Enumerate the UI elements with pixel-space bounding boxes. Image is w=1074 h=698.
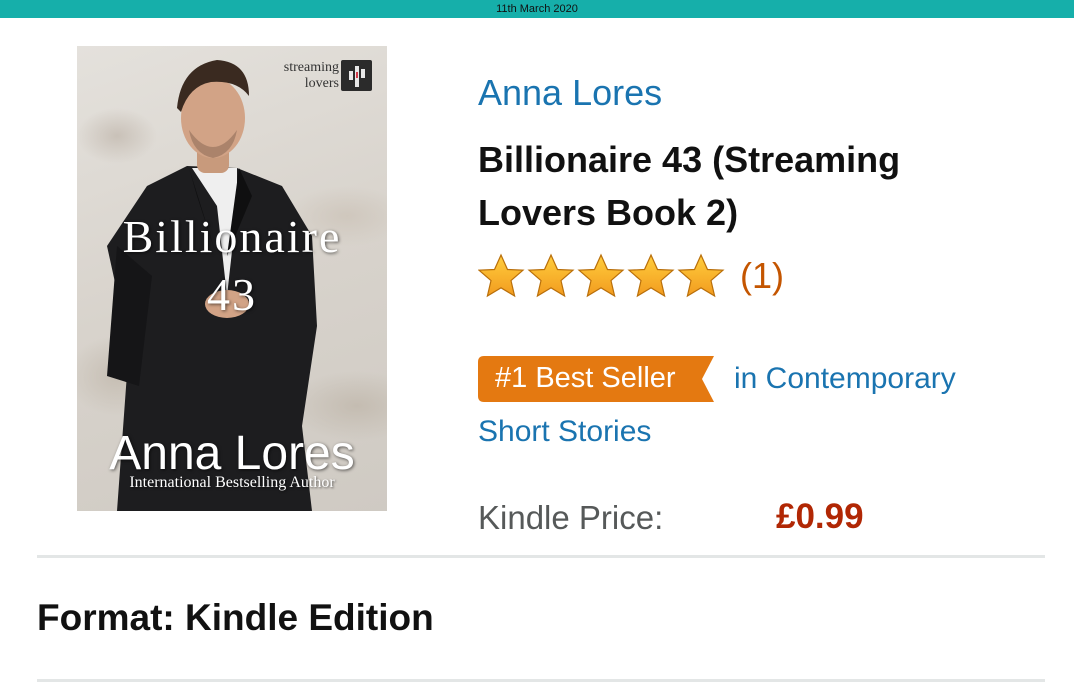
star-3-icon — [578, 254, 624, 297]
cover-number: 43 — [207, 269, 257, 320]
status-date: 11th March 2020 — [496, 3, 578, 15]
rating-count-link[interactable]: (1) — [740, 255, 784, 297]
best-seller-badge-text: #1 Best Seller — [495, 362, 676, 394]
category-link-line1[interactable]: in Contemporary — [734, 362, 956, 396]
stars-icon — [478, 254, 724, 297]
book-cover-image[interactable]: streaming lovers Billionaire 43 Anna Lor… — [77, 46, 387, 511]
format-label: Format: Kindle Edition — [37, 597, 434, 638]
product-title: Billionaire 43 (Streaming Lovers Book 2) — [478, 139, 901, 233]
best-seller-badge[interactable]: #1 Best Seller — [478, 356, 714, 402]
kindle-price-value: £0.99 — [776, 497, 864, 536]
cover-author: Anna Lores — [109, 427, 355, 480]
star-4-icon — [628, 254, 674, 297]
cover-tagline: International Bestselling Author — [129, 474, 335, 491]
author-link[interactable]: Anna Lores — [478, 72, 662, 114]
kindle-price-label: Kindle Price: — [478, 499, 664, 536]
cover-title: Billionaire — [122, 211, 342, 262]
star-1-icon — [478, 254, 524, 297]
status-bar: 11th March 2020 — [0, 0, 1074, 18]
divider — [37, 679, 1045, 682]
star-5-icon — [678, 254, 724, 297]
category-link-line2[interactable]: Short Stories — [478, 415, 651, 449]
publisher-logo-icon — [341, 60, 372, 91]
star-2-icon — [528, 254, 574, 297]
publisher-label: streaming lovers — [283, 60, 339, 91]
divider — [37, 555, 1045, 558]
